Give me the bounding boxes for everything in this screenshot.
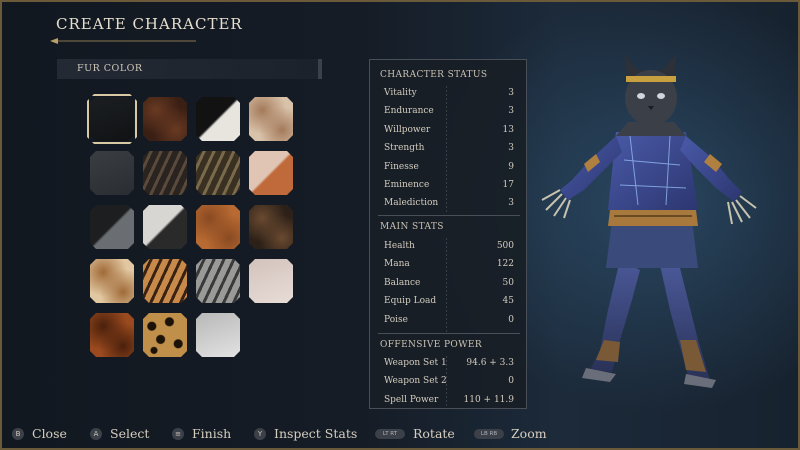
main-stat-row: Equip Load 45 <box>384 296 514 310</box>
fur-swatch-white[interactable] <box>196 313 240 357</box>
offensive-power-label: Spell Power <box>384 394 439 405</box>
character-status-row: Strength 3 <box>384 143 514 157</box>
fur-swatch-orange[interactable] <box>196 205 240 249</box>
bumpers-icon: LB RB <box>474 429 504 439</box>
fur-swatch-grey-tabby[interactable] <box>196 259 240 303</box>
offensive-power-value: 110 + 11.9 <box>463 394 514 405</box>
fur-swatch-white-black[interactable] <box>143 205 187 249</box>
fur-swatch-pale-ginger[interactable] <box>90 259 134 303</box>
character-status-label: Finesse <box>384 161 419 172</box>
main-stat-value: 500 <box>496 241 514 251</box>
character-status-row: Willpower 13 <box>384 125 514 139</box>
fur-swatch-rust[interactable] <box>90 313 134 357</box>
column-separator <box>446 86 447 214</box>
character-status-label: Vitality <box>384 88 417 98</box>
character-status-value: 3 <box>508 106 514 117</box>
zoom-label: Zoom <box>511 426 547 441</box>
main-stat-row: Balance 50 <box>384 278 514 292</box>
character-status-value: 13 <box>502 124 514 135</box>
triggers-icon: LT RT <box>375 429 405 439</box>
character-status-row: Vitality 3 <box>384 88 514 102</box>
character-status-label: Willpower <box>384 124 431 135</box>
b-button-icon: B <box>12 428 24 440</box>
main-stat-row: Mana 122 <box>384 259 514 273</box>
offensive-power-value: 0 <box>508 376 514 387</box>
offensive-power-row: Weapon Set 1 94.6 + 3.3 <box>384 358 514 372</box>
main-stat-label: Equip Load <box>384 296 437 307</box>
character-status-row: Finesse 9 <box>384 162 514 176</box>
close-label: Close <box>32 426 67 441</box>
fur-swatch-orange-tabby[interactable] <box>143 259 187 303</box>
character-status-row: Eminence 17 <box>384 180 514 194</box>
fur-color-label: FUR COLOR <box>77 63 143 74</box>
main-stat-value: 45 <box>502 296 514 307</box>
main-stats-title: MAIN STATS <box>380 222 444 232</box>
fur-swatch-pale-pink[interactable] <box>249 259 293 303</box>
main-stat-row: Health 500 <box>384 241 514 255</box>
menu-button-icon: ≡ <box>172 428 184 440</box>
character-status-label: Eminence <box>384 180 430 190</box>
inspect-stats-label: Inspect Stats <box>274 426 358 441</box>
fur-swatch-dark-brown[interactable] <box>143 97 187 141</box>
y-button-icon: Y <box>254 428 266 440</box>
main-stat-value: 0 <box>508 314 514 325</box>
fur-swatch-black-white[interactable] <box>196 97 240 141</box>
offensive-power-value: 94.6 + 3.3 <box>466 358 514 368</box>
character-status-label: Strength <box>384 143 425 154</box>
character-status-title: CHARACTER STATUS <box>380 70 488 80</box>
fur-swatch-leopard[interactable] <box>143 313 187 357</box>
fur-swatch-cream[interactable] <box>249 97 293 141</box>
offensive-power-row: Spell Power 110 + 11.9 <box>384 395 514 409</box>
page-title: CREATE CHARACTER <box>56 15 243 33</box>
main-stat-value: 122 <box>496 259 514 270</box>
offensive-power-label: Weapon Set 1 <box>384 358 447 368</box>
divider <box>378 215 520 216</box>
offensive-power-row: Weapon Set 2 0 <box>384 376 514 390</box>
fur-swatch-calico[interactable] <box>249 151 293 195</box>
character-model[interactable] <box>520 40 790 400</box>
main-stat-label: Poise <box>384 314 408 325</box>
a-button-icon: A <box>90 428 102 440</box>
character-status-row: Endurance 3 <box>384 106 514 120</box>
character-status-value: 9 <box>508 161 514 172</box>
column-separator <box>446 356 447 406</box>
main-stat-label: Mana <box>384 259 410 270</box>
main-stat-label: Health <box>384 241 415 251</box>
fur-swatch-charcoal[interactable] <box>90 151 134 195</box>
character-status-row: Malediction 3 <box>384 198 514 212</box>
main-stat-label: Balance <box>384 277 421 288</box>
main-stat-row: Poise 0 <box>384 315 514 329</box>
finish-label: Finish <box>192 426 232 441</box>
fur-swatch-grey-black[interactable] <box>90 205 134 249</box>
fur-swatch-brown-tabby[interactable] <box>196 151 240 195</box>
fur-swatch-dark-tabby[interactable] <box>143 151 187 195</box>
character-status-label: Endurance <box>384 106 434 117</box>
character-status-value: 3 <box>508 143 514 154</box>
character-status-label: Malediction <box>384 198 439 209</box>
fur-swatch-black[interactable] <box>90 97 134 141</box>
fur-swatch-dark-mottled[interactable] <box>249 205 293 249</box>
column-separator <box>446 238 447 332</box>
offensive-power-label: Weapon Set 2 <box>384 376 447 387</box>
rotate-label: Rotate <box>413 426 455 441</box>
main-stat-value: 50 <box>502 277 514 288</box>
character-status-value: 3 <box>508 88 514 98</box>
divider <box>378 333 520 334</box>
title-ornament <box>50 38 196 44</box>
select-label: Select <box>110 426 150 441</box>
character-status-value: 17 <box>502 180 514 190</box>
character-status-value: 3 <box>508 198 514 209</box>
offensive-power-title: OFFENSIVE POWER <box>380 340 482 350</box>
button-hint-bar: B Close A Select ≡ Finish Y Inspect Stat… <box>0 424 800 446</box>
stats-panel: CHARACTER STATUS Vitality 3 Endurance 3 Will… <box>369 59 527 409</box>
fur-color-header: FUR COLOR <box>57 59 322 79</box>
